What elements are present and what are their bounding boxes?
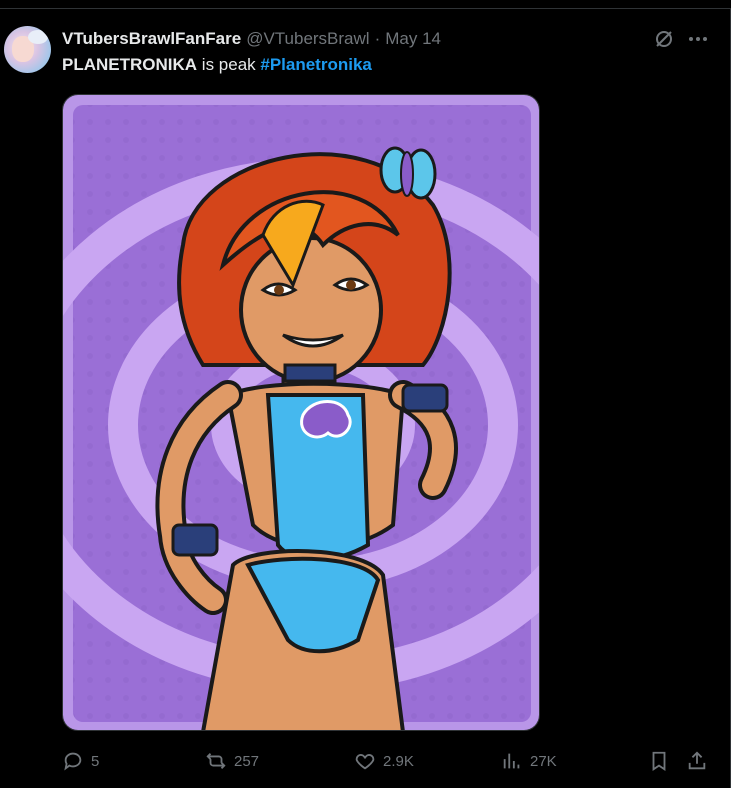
post-text: PLANETRONIKA is peak #Planetronika [62,55,372,75]
like-button[interactable]: 2.9K [354,746,414,776]
action-bar: 5 257 2.9K 27K [0,746,731,776]
views-button[interactable]: 27K [501,746,557,776]
repost-count: 257 [234,752,260,770]
display-name[interactable]: VTubersBrawlFanFare [62,29,241,49]
reply-icon [64,752,82,771]
like-count: 2.9K [383,752,414,770]
grok-icon[interactable] [652,27,676,51]
heart-icon [355,754,375,770]
post-date[interactable]: May 14 [385,29,441,49]
top-divider [0,8,731,9]
reply-button[interactable]: 5 [62,746,99,776]
share-icon [688,751,706,770]
post-image[interactable] [62,94,540,731]
share-button[interactable] [686,746,708,776]
avatar[interactable] [4,26,51,73]
reply-count: 5 [91,752,100,770]
post-text-plain: is peak [197,55,261,74]
user-handle[interactable]: @VTubersBrawl [246,29,369,49]
post-text-bold: PLANETRONIKA [62,55,198,74]
repost-button[interactable]: 257 [205,746,259,776]
bookmark-button[interactable] [648,746,670,776]
bookmark-icon [652,751,666,771]
post-header: VTubersBrawlFanFare @VTubersBrawl · May … [62,29,441,49]
more-icon[interactable] [686,27,710,51]
hashtag-link[interactable]: #Planetronika [260,55,372,74]
separator: · [374,29,381,48]
analytics-icon [503,753,520,769]
views-count: 27K [530,752,557,770]
repost-icon [206,753,226,769]
